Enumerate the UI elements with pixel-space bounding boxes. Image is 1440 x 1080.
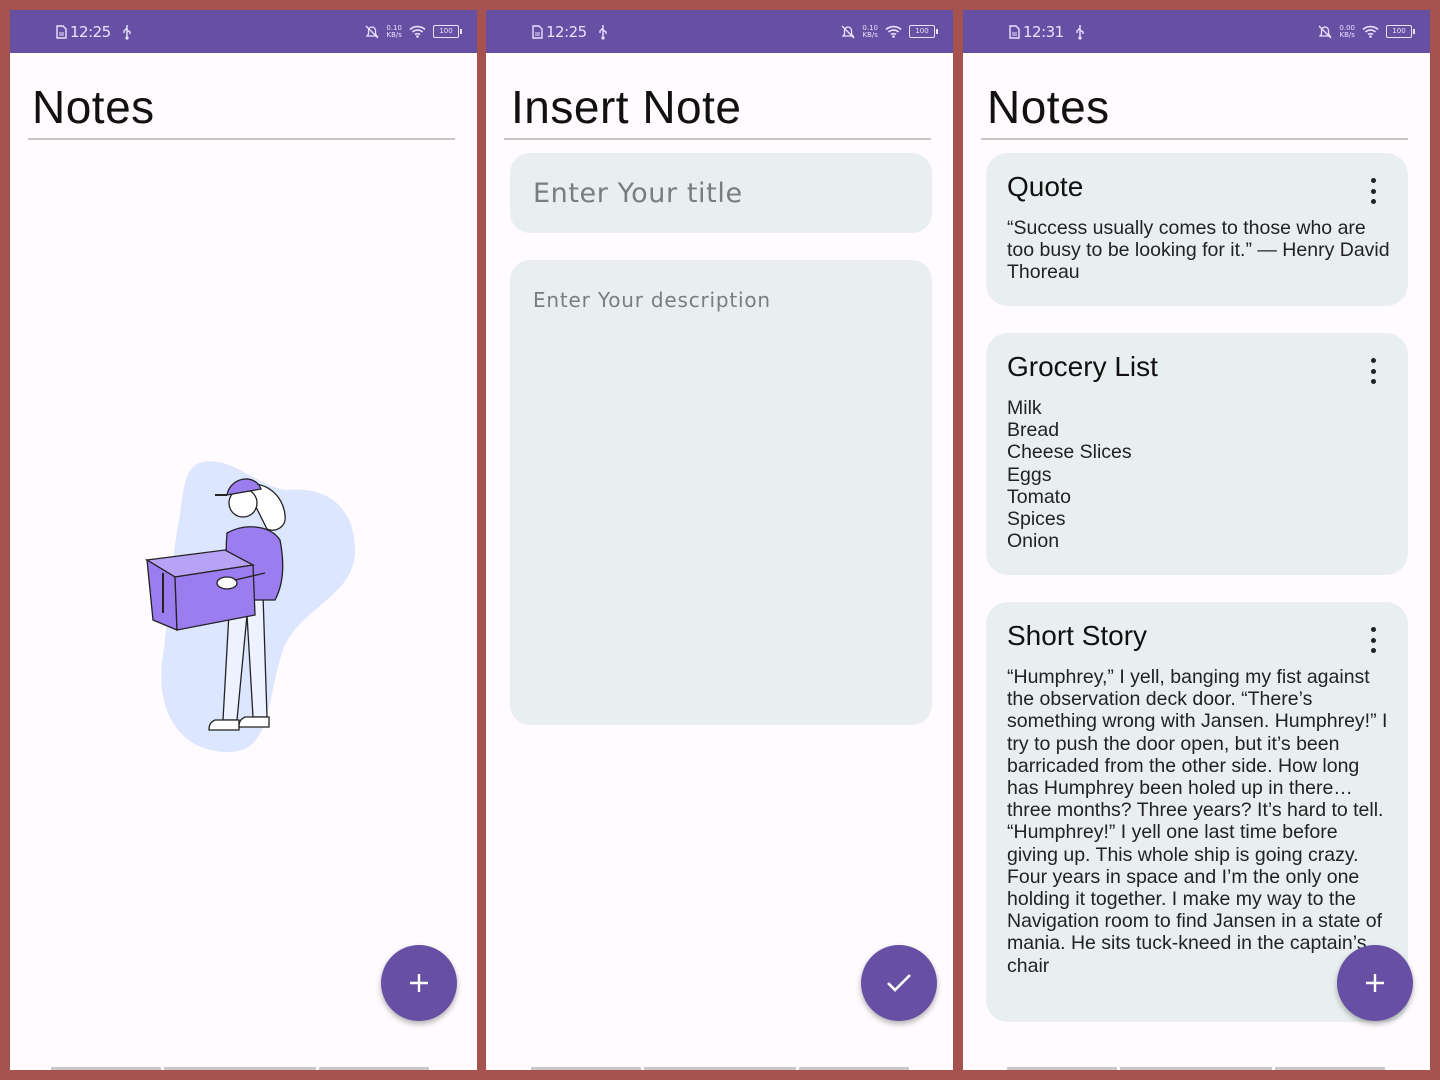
mute-icon (841, 25, 855, 38)
screen-notes-empty: 12:25 0.10 KB/s 100 Notes (10, 10, 477, 1070)
more-vert-icon[interactable] (1368, 358, 1378, 384)
usb-icon (123, 24, 131, 40)
note-card[interactable]: Quote “Success usually comes to those wh… (986, 153, 1408, 306)
note-body: Milk Bread Cheese Slices Eggs Tomato Spi… (1007, 397, 1132, 553)
save-note-button[interactable] (861, 945, 937, 1021)
nav-gesture-bar (531, 1067, 909, 1070)
status-time: 12:25 (546, 22, 587, 41)
check-icon (887, 974, 911, 992)
status-bar: 12:25 0.10 KB/s 100 (10, 10, 477, 53)
title-divider (504, 138, 931, 140)
title-divider (28, 138, 455, 140)
title-input[interactable]: Enter Your title (510, 153, 932, 233)
page-title: Insert Note (511, 81, 742, 133)
file-icon (1009, 24, 1020, 39)
plus-icon (1366, 974, 1384, 992)
battery-icon: 100 (1386, 25, 1415, 38)
file-icon (532, 24, 543, 39)
note-body: “Humphrey,” I yell, banging my fist agai… (1007, 666, 1393, 977)
mute-icon (365, 25, 379, 38)
screen-notes-list: 12:31 0.00 KB/s 100 Notes Quote “Success … (963, 10, 1430, 1070)
title-divider (981, 138, 1408, 140)
file-icon (56, 24, 67, 39)
network-speed: 0.00 KB/s (1339, 23, 1355, 39)
wifi-icon (1362, 25, 1379, 38)
note-body: “Success usually comes to those who are … (1007, 217, 1395, 284)
page-title: Notes (987, 81, 1110, 133)
usb-icon (1076, 24, 1084, 40)
network-speed: 0.10 KB/s (862, 23, 878, 39)
empty-state-illustration (145, 461, 355, 753)
title-placeholder: Enter Your title (533, 178, 743, 209)
page-title: Notes (32, 81, 155, 133)
more-vert-icon[interactable] (1368, 627, 1378, 653)
note-card[interactable]: Grocery List Milk Bread Cheese Slices Eg… (986, 333, 1408, 575)
note-title: Quote (1007, 171, 1084, 202)
plus-icon (410, 974, 428, 992)
more-vert-icon[interactable] (1368, 178, 1378, 204)
nav-gesture-bar (51, 1067, 429, 1070)
mute-icon (1318, 25, 1332, 38)
note-title: Grocery List (1007, 351, 1158, 382)
description-input[interactable]: Enter Your description (510, 260, 932, 725)
wifi-icon (885, 25, 902, 38)
add-note-button[interactable] (1337, 945, 1413, 1021)
network-speed: 0.10 KB/s (386, 23, 402, 39)
wifi-icon (409, 25, 426, 38)
status-bar: 12:31 0.00 KB/s 100 (963, 10, 1430, 53)
battery-icon: 100 (909, 25, 938, 38)
status-time: 12:25 (70, 22, 111, 41)
battery-icon: 100 (433, 25, 462, 38)
status-time: 12:31 (1023, 22, 1064, 41)
nav-gesture-bar (1007, 1067, 1385, 1070)
status-bar: 12:25 0.10 KB/s 100 (486, 10, 953, 53)
note-title: Short Story (1007, 620, 1148, 651)
usb-icon (599, 24, 607, 40)
screen-insert-note: 12:25 0.10 KB/s 100 Insert Note Enter You… (486, 10, 953, 1070)
add-note-button[interactable] (381, 945, 457, 1021)
description-placeholder: Enter Your description (533, 288, 771, 312)
